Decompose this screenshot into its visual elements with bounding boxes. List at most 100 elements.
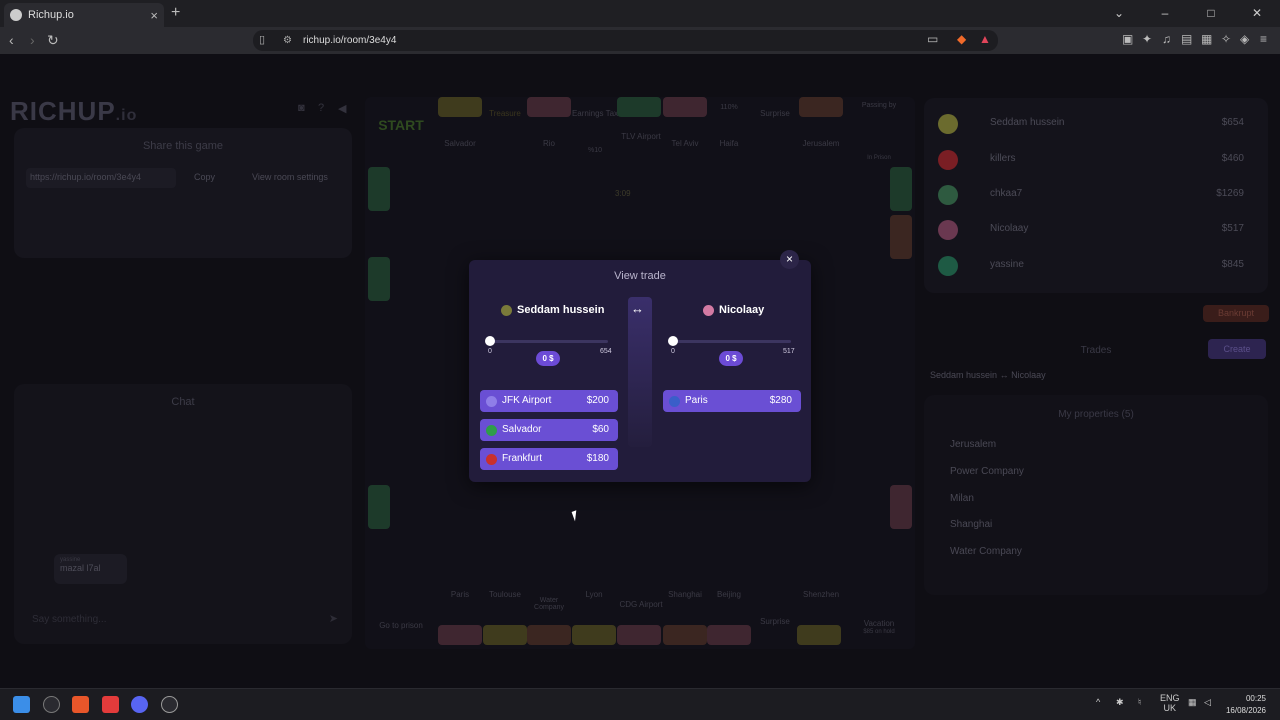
cell-salvador[interactable]: Salvador xyxy=(438,139,482,148)
property-item[interactable]: Water Company xyxy=(950,546,1022,557)
player-row[interactable]: Seddam hussein $654 xyxy=(938,108,1254,138)
player-name: chkaa7 xyxy=(990,188,1023,199)
sidebar-icon[interactable]: ▤ xyxy=(1181,32,1192,46)
property-item[interactable]: Power Company xyxy=(950,466,1024,477)
cell-tlv-airport[interactable]: TLV Airport xyxy=(617,132,665,141)
network-icon[interactable]: ▦ xyxy=(1188,697,1197,708)
cell-water-company[interactable]: Water Company xyxy=(527,597,571,611)
trade-property-card[interactable]: Frankfurt $180 xyxy=(480,448,618,470)
create-trade-button[interactable]: Create xyxy=(1208,339,1266,359)
trade-property-card[interactable]: Paris $280 xyxy=(663,390,801,412)
property-item[interactable]: Jerusalem xyxy=(950,439,996,450)
right-money-slider[interactable] xyxy=(673,340,791,343)
discord-app-icon[interactable] xyxy=(131,696,148,713)
close-tab-icon[interactable]: × xyxy=(150,8,158,23)
avatar xyxy=(938,220,958,240)
maximize-icon[interactable]: □ xyxy=(1188,0,1234,27)
puzzle-icon[interactable]: ✦ xyxy=(1142,32,1152,46)
leo-icon[interactable]: ✧ xyxy=(1221,32,1231,46)
room-settings-button[interactable]: View room settings xyxy=(252,172,328,182)
cell-surprise[interactable]: Surprise xyxy=(753,109,797,118)
microphone-icon[interactable]: ♮ xyxy=(1138,697,1141,708)
player-row[interactable]: chkaa7 $1269 xyxy=(938,179,1254,209)
player-row[interactable]: yassine $845 xyxy=(938,250,1254,280)
back-icon[interactable]: ‹ xyxy=(9,32,14,48)
steam-icon[interactable] xyxy=(161,696,178,713)
cell-beijing[interactable]: Beijing xyxy=(707,590,751,599)
chat-input[interactable]: Say something... xyxy=(32,614,106,625)
windows-start-icon[interactable] xyxy=(13,696,30,713)
swap-icon: ↔ xyxy=(631,301,644,316)
property-item[interactable]: Milan xyxy=(950,493,974,504)
color-strip xyxy=(707,625,751,645)
sound-icon[interactable]: ◀ xyxy=(338,102,346,115)
cell-tel-aviv[interactable]: Tel Aviv xyxy=(663,139,707,148)
property-price: $180 xyxy=(586,453,609,464)
richup-logo: RICHUP.io xyxy=(10,96,137,127)
site-info-icon[interactable]: ⚙ xyxy=(283,30,292,51)
music-icon[interactable]: ♫ xyxy=(1162,32,1171,46)
bankrupt-button[interactable]: Bankrupt xyxy=(1203,305,1269,322)
cell-shanghai[interactable]: Shanghai xyxy=(663,590,707,599)
language-indicator[interactable]: ENG UK xyxy=(1160,693,1180,713)
property-item[interactable]: Shanghai xyxy=(950,519,992,530)
trade-item[interactable]: Seddam hussein ↔ Nicolaay xyxy=(930,370,1046,380)
forward-icon[interactable]: › xyxy=(30,32,35,48)
cell-toulouse[interactable]: Toulouse xyxy=(483,590,527,599)
cell-treasure[interactable]: Treasure xyxy=(483,109,527,118)
tray-settings-icon[interactable]: ✱ xyxy=(1116,697,1124,708)
cell-vacation[interactable]: Vacation xyxy=(849,619,909,628)
vpn-icon[interactable]: ◈ xyxy=(1240,32,1249,46)
brave-rewards-icon[interactable]: ▲ xyxy=(979,32,991,46)
tray-overflow-icon[interactable]: ^ xyxy=(1096,697,1100,707)
cell-earnings-tax[interactable]: Earnings Tax xyxy=(571,109,619,118)
avatar xyxy=(938,150,958,170)
brave-browser-icon[interactable] xyxy=(72,696,89,713)
player-avatar-icon xyxy=(501,305,512,316)
cell-haifa[interactable]: Haifa xyxy=(707,139,751,148)
trade-property-card[interactable]: JFK Airport $200 xyxy=(480,390,618,412)
share-panel: Share this game https://richup.io/room/3… xyxy=(14,128,352,258)
cell-rio[interactable]: Rio xyxy=(527,139,571,148)
tab-search-icon[interactable]: ⌄ xyxy=(1096,0,1142,27)
new-tab-icon[interactable]: + xyxy=(171,4,180,22)
brave-shield-icon[interactable]: ◆ xyxy=(957,32,966,46)
tab-richup[interactable]: Richup.io × xyxy=(4,3,164,27)
player-row[interactable]: Nicolaay $517 xyxy=(938,214,1254,244)
trade-property-card[interactable]: Salvador $60 xyxy=(480,419,618,441)
left-slider-knob[interactable] xyxy=(485,336,495,346)
cell-go-to-prison[interactable]: Go to prison xyxy=(369,621,433,630)
send-icon[interactable]: ➤ xyxy=(329,612,338,625)
cell-jerusalem[interactable]: Jerusalem xyxy=(797,139,845,148)
cell-shenzhen[interactable]: Shenzhen xyxy=(797,590,845,599)
clock[interactable]: 00:25 16/08/2026 xyxy=(1226,693,1266,717)
right-slider-min: 0 xyxy=(671,348,675,355)
address-bar[interactable]: ▯ ⚙ richup.io/room/3e4y4 xyxy=(253,30,998,51)
window-controls: ⌄ – □ ✕ xyxy=(1096,0,1280,27)
close-window-icon[interactable]: ✕ xyxy=(1234,0,1280,27)
cell-passing-by: Passing by xyxy=(861,102,897,109)
left-money-slider[interactable] xyxy=(490,340,608,343)
copy-button[interactable]: Copy xyxy=(194,172,215,182)
wallet-icon[interactable]: ▦ xyxy=(1201,32,1212,46)
cell-cdg-airport[interactable]: CDG Airport xyxy=(617,600,665,609)
help-icon[interactable]: ? xyxy=(318,102,324,114)
search-icon[interactable] xyxy=(43,696,60,713)
cell-paris[interactable]: Paris xyxy=(438,590,482,599)
left-party-name: Seddam hussein xyxy=(517,304,605,316)
bookmark-icon[interactable]: ▯ xyxy=(259,30,265,51)
app-icon[interactable] xyxy=(102,696,119,713)
cell-lyon[interactable]: Lyon xyxy=(572,590,616,599)
volume-icon[interactable]: ◁ xyxy=(1204,697,1211,708)
share-url-field[interactable]: https://richup.io/room/3e4y4 xyxy=(26,168,176,188)
reload-icon[interactable]: ↻ xyxy=(47,32,59,49)
screen-cast-icon[interactable]: ▭ xyxy=(927,32,938,46)
extension-icon[interactable]: ▣ xyxy=(1122,32,1133,46)
minimize-icon[interactable]: – xyxy=(1142,0,1188,27)
close-icon[interactable]: × xyxy=(780,250,799,269)
discord-icon[interactable]: ◙ xyxy=(298,102,305,114)
menu-icon[interactable]: ≡ xyxy=(1260,32,1267,46)
right-slider-knob[interactable] xyxy=(668,336,678,346)
cell-surprise-bottom[interactable]: Surprise xyxy=(753,617,797,626)
player-row[interactable]: killers $460 xyxy=(938,144,1254,174)
